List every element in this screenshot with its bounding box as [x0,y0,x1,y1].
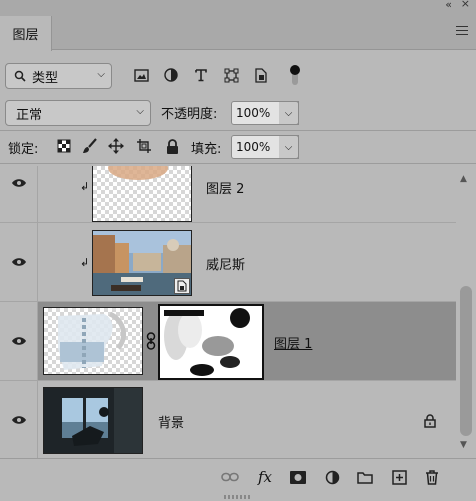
layer-row-venice[interactable]: ↲ 威尼斯 [0,223,456,302]
close-panel-icon[interactable]: × [461,0,470,10]
layer-name[interactable]: 威尼斯 [206,254,245,273]
layer-row-background[interactable]: 背景 [0,381,456,458]
lock-image-pixels-icon[interactable] [82,138,98,154]
filter-type-layers-icon[interactable] [192,66,210,84]
scroll-down-arrow-icon[interactable]: ▼ [460,440,467,450]
layer-thumbnail[interactable] [92,230,192,296]
fill-label: 填充: [191,142,222,157]
filter-smart-objects-icon[interactable] [252,66,270,84]
layer-name[interactable]: 图层 2 [206,178,244,197]
scroll-up-arrow-icon[interactable]: ▲ [460,174,467,184]
filter-adjustment-layers-icon[interactable] [162,66,180,84]
filter-type-select[interactable]: 类型 ⌵ [5,63,112,89]
lock-all-icon[interactable] [164,138,180,154]
opacity-dropdown-button[interactable]: ⌵ [279,101,299,125]
panel-tab-row: 图层 [0,12,476,51]
visibility-toggle[interactable] [0,166,38,222]
mask-link-icon[interactable] [146,332,156,354]
background-lock-icon [424,414,436,432]
filter-pixel-layers-icon[interactable] [132,66,150,84]
mask-icon [290,470,306,484]
clipping-arrow-icon: ↲ [80,256,90,269]
layers-list: ↲ 图层 2 ↲ 威尼斯 图层 1 背景 [0,166,456,458]
lock-position-icon[interactable] [108,138,124,154]
chevron-down-icon: ⌵ [284,107,293,119]
scroll-thumb[interactable] [460,286,472,436]
layer-style-fx-button[interactable]: fx [255,467,275,487]
add-mask-button[interactable] [288,467,308,487]
trash-icon [426,469,438,485]
lock-label: 锁定: [8,142,39,157]
layers-footer-toolbar: fx [0,458,476,501]
chevron-down-icon: ⌵ [284,141,293,153]
panel-menu-icon[interactable] [456,26,468,36]
lock-transparent-pixels-icon[interactable] [56,138,72,154]
new-layer-icon [391,469,407,485]
tab-layers[interactable]: 图层 [0,16,52,51]
blend-mode-select[interactable]: 正常 ⌵ [5,100,151,126]
opacity-value: 100% [236,106,271,120]
layers-scrollbar[interactable]: ▲ ▼ [456,166,476,458]
eye-icon [11,337,26,345]
new-adjustment-layer-button[interactable] [322,467,342,487]
new-group-button[interactable] [355,467,375,487]
visibility-toggle[interactable] [0,302,38,380]
link-icon [221,472,239,482]
divider [0,163,476,164]
collapse-panel-icon[interactable]: « [445,0,452,11]
visibility-toggle[interactable] [0,381,38,458]
opacity-label: 不透明度: [161,107,218,122]
adjustment-circle-icon [325,470,339,484]
layer-thumbnail[interactable] [92,166,192,222]
lock-artboard-icon[interactable] [136,138,152,154]
fill-dropdown-button[interactable]: ⌵ [279,135,299,159]
eye-icon [11,416,26,424]
eye-icon [11,258,26,266]
clipping-arrow-icon: ↲ [80,180,90,193]
layer-thumbnail[interactable] [43,387,143,454]
tab-layers-label: 图层 [12,28,39,43]
fx-label: fx [257,468,272,486]
filter-type-label: 类型 [32,70,59,86]
panel-header-bar: « × [0,0,476,12]
eye-icon [11,178,26,187]
new-layer-button[interactable] [389,467,409,487]
filter-toggle-switch[interactable] [286,64,304,86]
layer-thumbnail[interactable] [43,307,143,375]
delete-layer-button[interactable] [422,467,442,487]
layer-row-layer-2[interactable]: ↲ 图层 2 [0,166,456,223]
fill-value: 100% [236,140,271,154]
search-icon [14,70,26,82]
smart-object-badge-icon [174,278,190,294]
divider [0,130,476,131]
filter-shape-layers-icon[interactable] [222,66,240,84]
layer-name[interactable]: 图层 1 [274,333,312,352]
chevron-down-icon: ⌵ [136,106,144,117]
layer-row-layer-1[interactable]: 图层 1 [0,302,456,381]
folder-icon [357,471,373,484]
chevron-down-icon: ⌵ [97,69,105,80]
resize-grip[interactable] [224,495,252,499]
layer-mask-thumbnail[interactable] [158,304,264,380]
link-layers-button[interactable] [220,467,240,487]
visibility-toggle[interactable] [0,223,38,301]
layer-name[interactable]: 背景 [158,412,184,431]
blend-mode-label: 正常 [16,107,43,123]
